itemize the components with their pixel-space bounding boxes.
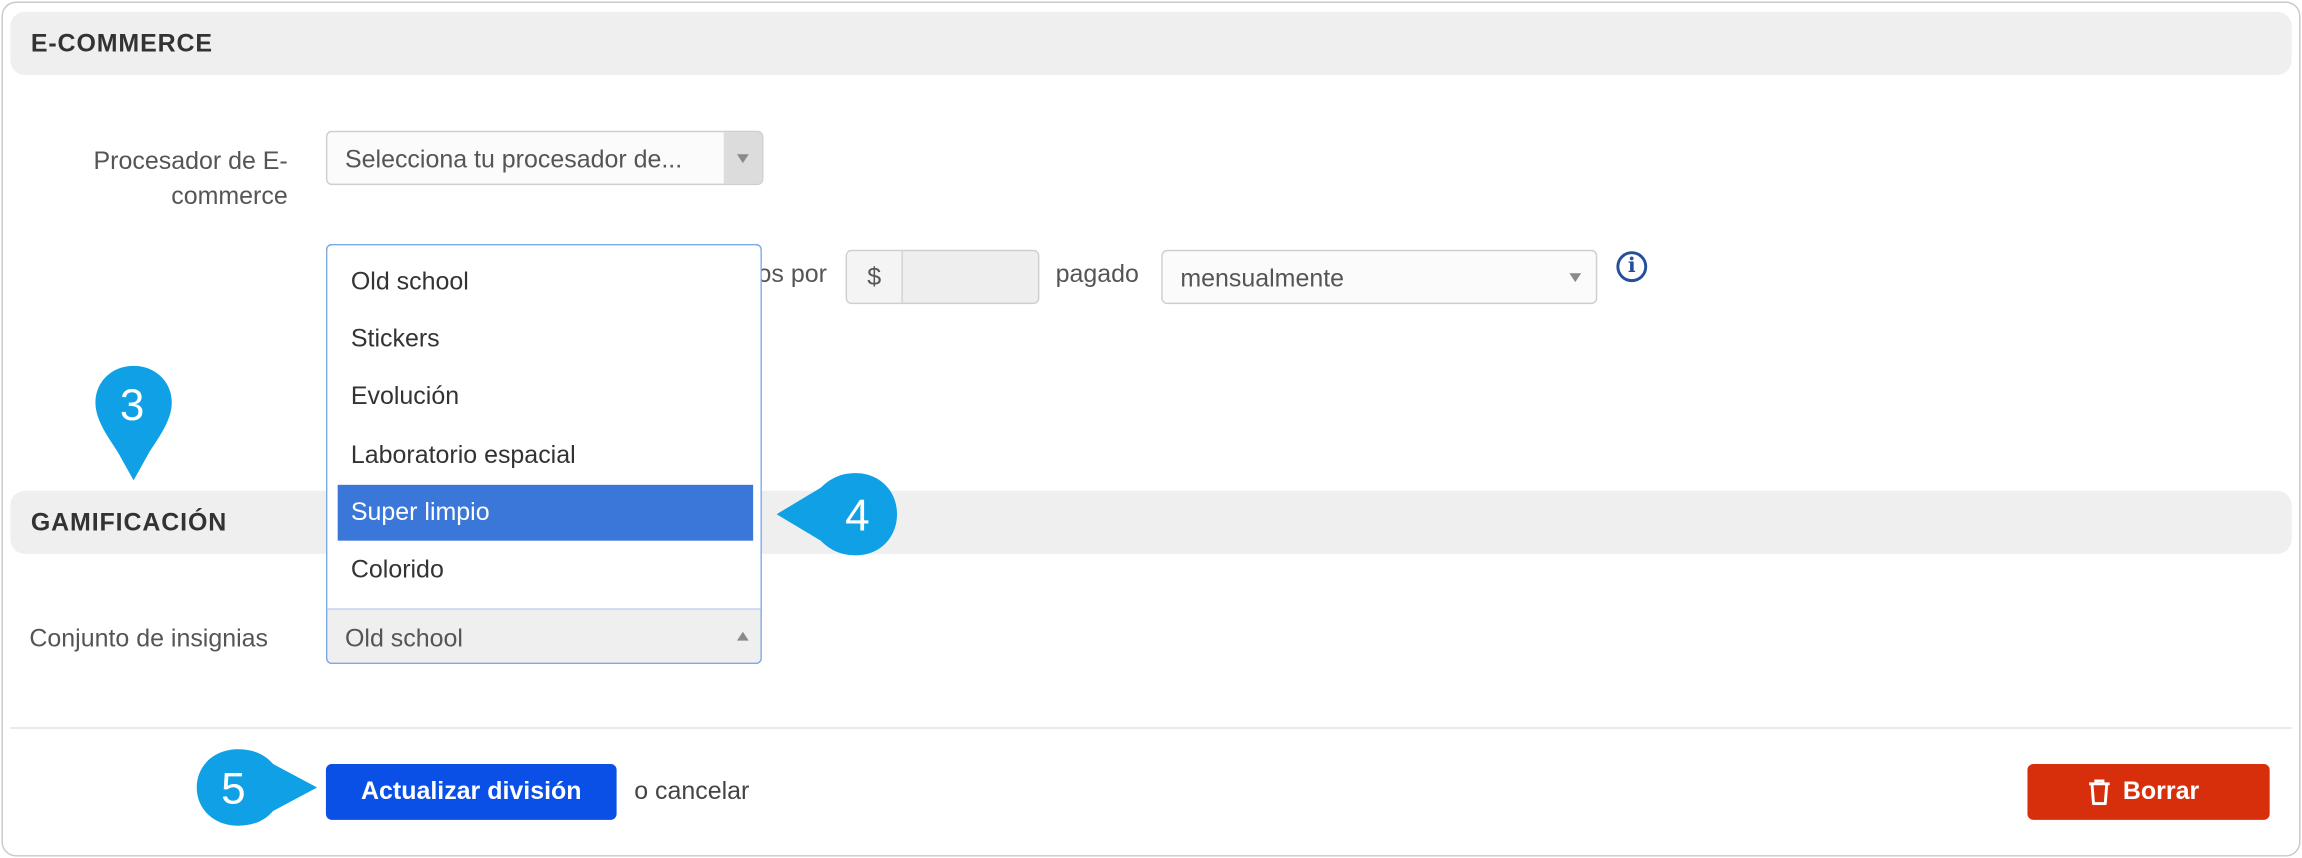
footer-divider [10, 727, 2292, 729]
update-division-button[interactable]: Actualizar división [325, 763, 617, 820]
delete-button-label: Borrar [2122, 777, 2200, 806]
callout-marker-4: 4 [776, 473, 898, 556]
price-input-group[interactable]: $ [845, 249, 1040, 305]
caret-up-icon [736, 631, 749, 641]
currency-addon: $ [847, 251, 903, 303]
badge-option-super-limpio[interactable]: Super limpio [337, 484, 754, 541]
paid-label: pagado [1055, 260, 1139, 288]
ecommerce-section-title: E-COMMERCE [30, 29, 213, 58]
processor-select-value: Selecciona tu procesador de... [345, 145, 683, 174]
cancel-link[interactable]: o cancelar [634, 777, 749, 806]
processor-select-caret-zone[interactable] [723, 132, 762, 184]
stage: E-COMMERCE Procesador de E- commerce Sel… [0, 0, 2302, 858]
badge-option-colorido[interactable]: Colorido [338, 542, 753, 598]
delete-button[interactable]: Borrar [2027, 763, 2270, 820]
processor-label-line1: Procesador de E- [93, 146, 288, 175]
info-icon[interactable]: i [1616, 251, 1648, 283]
processor-label: Procesador de E- commerce [59, 144, 288, 215]
frequency-select[interactable]: mensualmente [1161, 249, 1598, 305]
caret-down-icon [1569, 273, 1582, 283]
badge-set-dropdown: Old school Stickers Evolución Laboratori… [325, 243, 762, 612]
badge-option-stickers[interactable]: Stickers [338, 311, 753, 367]
gamification-section-title: GAMIFICACIÓN [30, 508, 228, 537]
processor-label-line2: commerce [171, 182, 288, 211]
callout-marker-3: 3 [95, 365, 172, 481]
ecommerce-section-header: E-COMMERCE [10, 11, 2292, 75]
badge-option-old-school[interactable]: Old school [338, 254, 753, 310]
callout-number-3: 3 [120, 381, 144, 430]
callout-marker-5: 5 [196, 749, 318, 826]
callout-number-4: 4 [845, 491, 869, 540]
badge-set-select[interactable]: Old school [325, 608, 762, 665]
badge-set-label: Conjunto de insignias [29, 624, 269, 653]
badge-set-select-value: Old school [345, 624, 463, 653]
callout-number-5: 5 [221, 765, 245, 814]
badge-option-laboratorio-espacial[interactable]: Laboratorio espacial [338, 428, 753, 484]
processor-select[interactable]: Selecciona tu procesador de... [325, 130, 764, 186]
trash-icon [2089, 779, 2110, 806]
caret-down-icon [736, 154, 749, 164]
price-label-fragment: os por [757, 260, 827, 288]
frequency-select-value: mensualmente [1180, 264, 1345, 293]
badge-option-evolucion[interactable]: Evolución [338, 369, 753, 425]
